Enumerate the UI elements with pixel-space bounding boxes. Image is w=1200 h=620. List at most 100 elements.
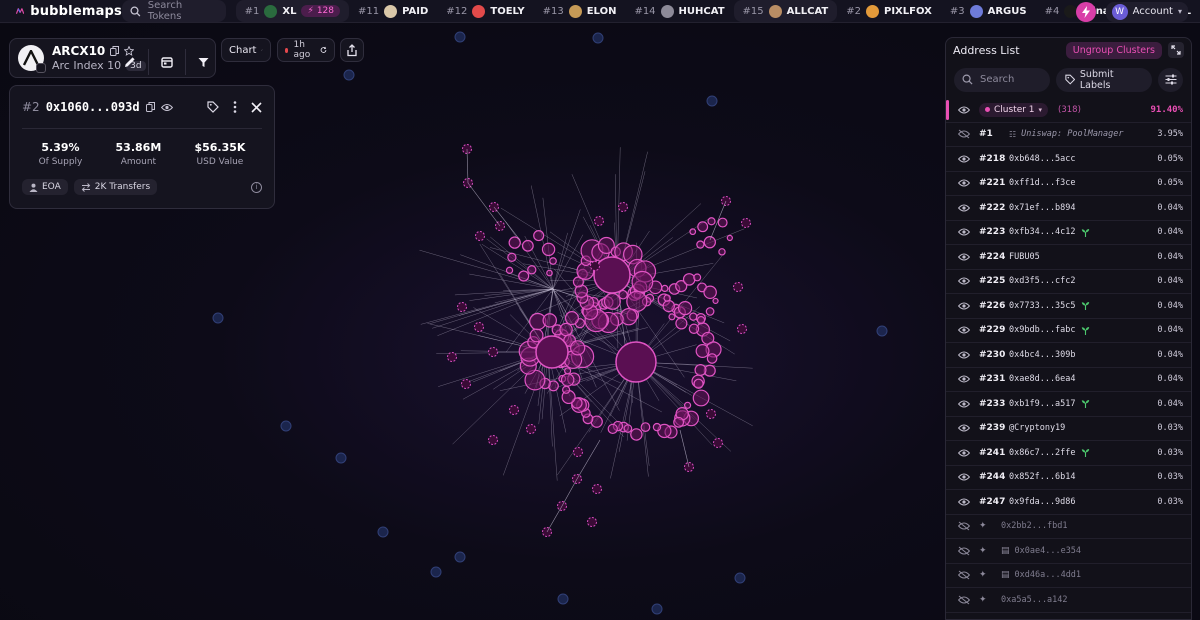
trending-token-7[interactable]: #3 ARGUS [941,0,1036,22]
wallet-bubble[interactable] [593,256,631,294]
wallet-bubble[interactable] [562,385,571,394]
wallet-bubble[interactable] [564,367,572,375]
wallet-bubble[interactable] [475,231,485,241]
wallet-bubble[interactable] [682,273,696,286]
wallet-bubble[interactable] [457,302,467,312]
wallet-bubble[interactable] [533,230,545,242]
eye-icon[interactable] [958,447,970,459]
search-tokens-input[interactable]: Search Tokens [122,0,226,22]
share-button[interactable] [340,38,364,62]
wallet-bubble[interactable] [692,389,710,407]
eye-icon[interactable] [958,202,970,214]
wallet-bubble[interactable] [697,221,709,233]
stray-wallet-bubble[interactable] [280,420,292,432]
eye-icon[interactable] [958,324,970,336]
stray-wallet-bubble[interactable] [557,593,569,605]
stray-wallet-bubble[interactable] [212,312,224,324]
expand-panel-button[interactable] [1168,42,1184,58]
eye-off-icon[interactable] [958,128,970,140]
stray-wallet-bubble[interactable] [592,32,604,44]
wallet-bubble[interactable] [509,405,519,415]
edit-pencil-icon[interactable] [124,56,136,68]
address-row[interactable]: #244 0x852f...6b14 0.03% [946,466,1191,490]
wallet-bubble[interactable] [652,422,662,432]
wallet-bubble[interactable] [693,273,702,282]
filter-icon[interactable] [198,57,209,68]
wallet-bubble[interactable] [521,239,534,252]
address-row[interactable]: #222 0x71ef...b894 0.04% [946,196,1191,221]
wallet-bubble[interactable] [549,257,557,265]
chart-button[interactable]: Chart [221,38,271,62]
wallet-bubble[interactable] [733,282,743,292]
wallet-type-chip[interactable]: EOA [22,179,68,195]
eye-icon[interactable] [958,300,970,312]
eye-off-icon[interactable] [958,520,970,532]
wallet-bubble[interactable] [689,228,697,236]
wallet-bubble[interactable] [623,424,633,433]
address-row[interactable]: ✦ ▤ 0xd46a...4dd1 [946,564,1191,588]
eye-icon[interactable] [958,275,970,287]
wallet-bubble[interactable] [706,409,716,419]
eye-icon[interactable] [958,496,970,508]
more-vertical-icon[interactable] [233,101,237,113]
wallet-bubble[interactable] [713,438,723,448]
wallet-bubble[interactable] [668,313,676,321]
account-button[interactable]: W Account ▾ [1105,1,1188,22]
address-row[interactable]: ✦ 0xa5a5...a142 [946,588,1191,613]
ungroup-clusters-button[interactable]: Ungroup Clusters [1065,41,1162,59]
wallet-bubble[interactable] [741,218,751,228]
eye-icon[interactable] [958,226,970,238]
wallet-bubble[interactable] [564,311,579,326]
eye-off-icon[interactable] [958,569,970,581]
address-search-input[interactable]: Search [954,67,1050,92]
wallet-bubble[interactable] [695,344,710,358]
wallet-bubble[interactable] [505,266,514,275]
trending-token-6[interactable]: #2 PIXLFOX [837,0,941,22]
wallet-bubble[interactable] [675,317,688,330]
wallet-bubble[interactable] [673,416,685,428]
address-row[interactable]: #1 ☷ Uniswap: PoolManager 3.95% [946,123,1191,147]
wallet-bubble[interactable] [640,422,651,432]
wallet-bubble[interactable] [705,307,715,316]
cluster-selector[interactable]: Cluster 1 ▾ [979,102,1049,117]
calendar-icon[interactable] [161,56,173,68]
wallet-bubble[interactable] [594,216,604,226]
wallet-bubble[interactable] [488,435,498,445]
tag-icon[interactable] [207,101,219,113]
wallet-bubble[interactable] [573,447,583,457]
close-icon[interactable] [251,101,262,113]
stray-wallet-bubble[interactable] [454,31,466,43]
wallet-bubble[interactable] [712,297,719,305]
wallet-bubble[interactable] [662,299,675,313]
wallet-bubble[interactable] [677,300,693,316]
trending-token-5[interactable]: #15 ALLCAT [733,0,838,22]
cluster-row[interactable]: Cluster 1 ▾ (318) 91.40% [946,98,1191,123]
submit-labels-button[interactable]: Submit Labels [1055,67,1153,92]
eye-icon[interactable] [958,422,970,434]
eye-icon[interactable] [160,103,173,112]
wallet-bubble[interactable] [570,340,586,356]
eye-icon[interactable] [958,177,970,189]
trending-token-4[interactable]: #14 HUHCAT [625,0,733,22]
wallet-bubble[interactable] [703,236,716,249]
wallet-bubble[interactable] [706,353,718,364]
wallet-bubble[interactable] [461,379,471,389]
stray-wallet-bubble[interactable] [876,325,888,337]
eye-icon[interactable] [958,373,970,385]
wallet-bubble[interactable] [683,401,692,409]
wallet-bubble[interactable] [630,428,643,441]
stray-wallet-bubble[interactable] [377,526,389,538]
boost-button[interactable] [1075,1,1096,22]
eye-off-icon[interactable] [958,545,970,557]
address-row[interactable]: ✦ ▤ 0x0ae4...e354 [946,539,1191,564]
wallet-bubble[interactable] [507,252,517,262]
wallet-bubble[interactable] [488,347,498,357]
eye-icon[interactable] [958,104,970,116]
address-row[interactable]: #226 0x7733...35c5 0.04% [946,294,1191,319]
address-row[interactable]: #221 0xff1d...f3ce 0.05% [946,172,1191,196]
wallet-bubble[interactable] [474,322,484,332]
wallet-bubble[interactable] [663,294,671,302]
wallet-bubble[interactable] [546,269,553,277]
wallet-bubble[interactable] [688,323,700,334]
wallet-bubble[interactable] [603,292,621,310]
